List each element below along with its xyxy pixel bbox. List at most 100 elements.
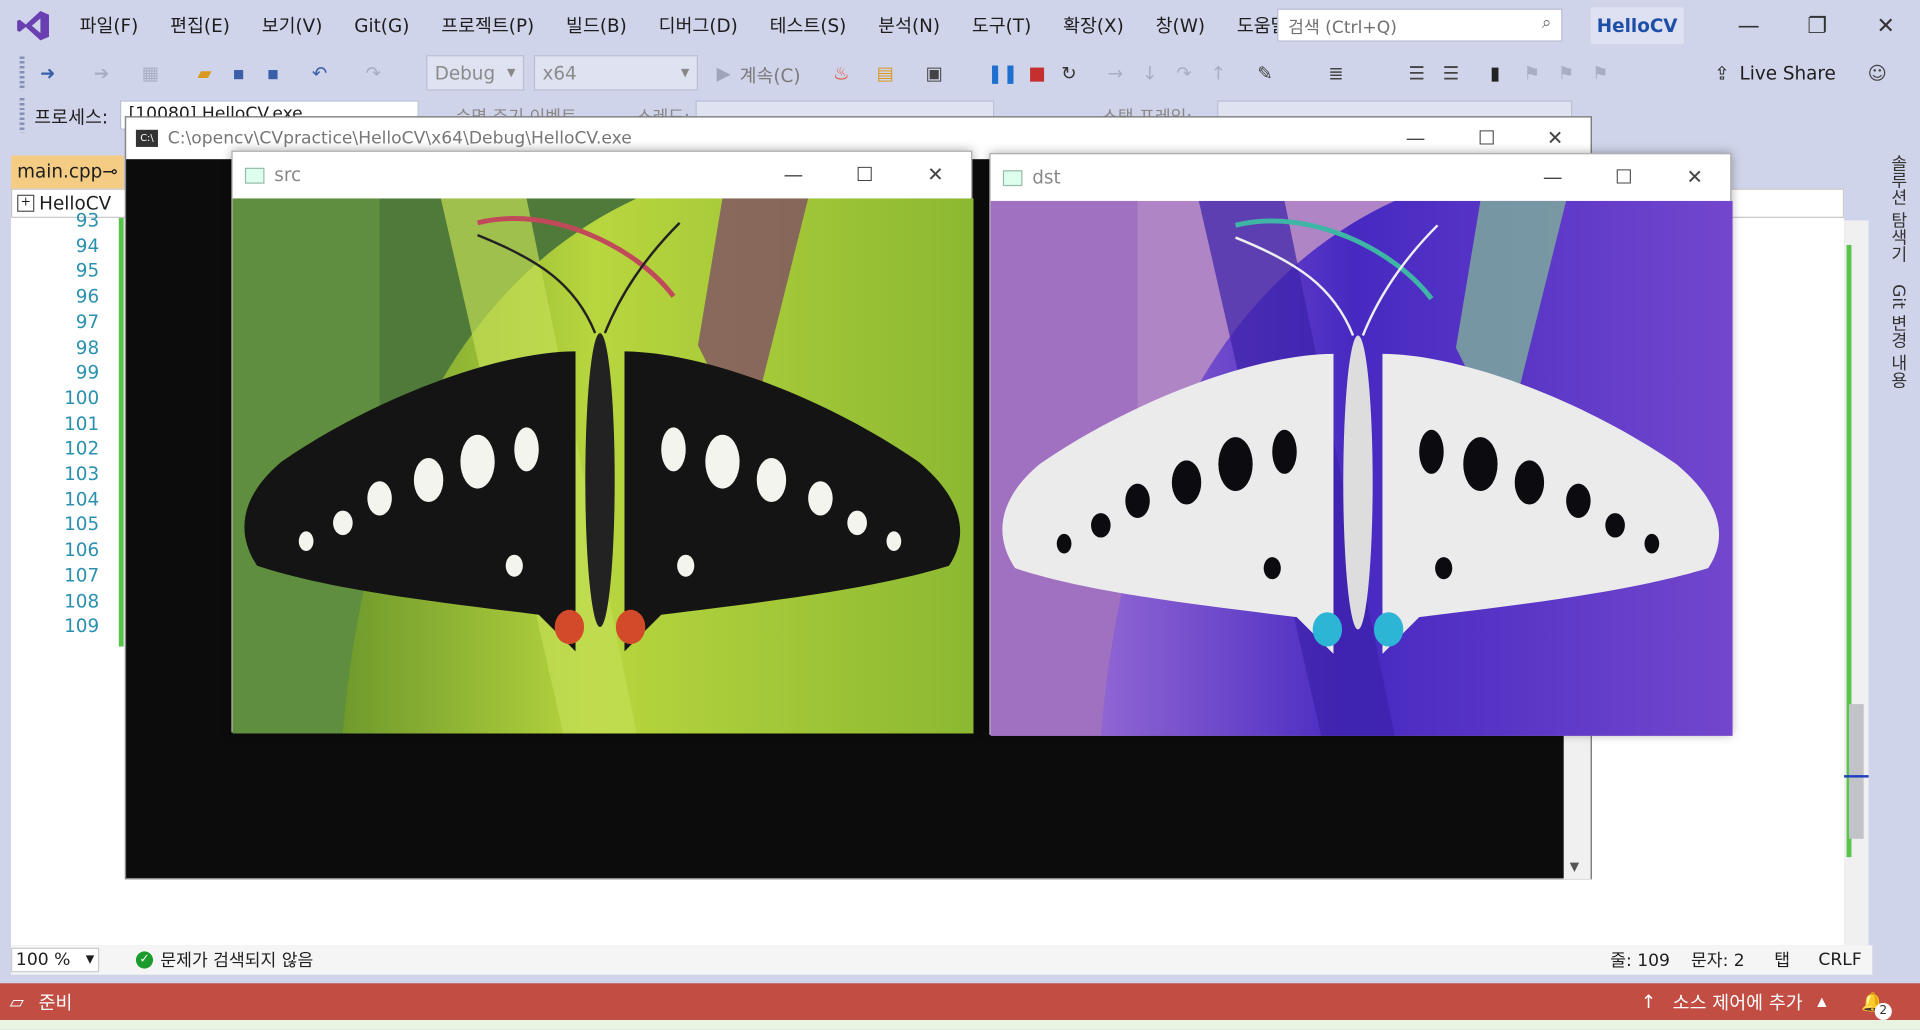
visual-studio-logo-icon	[10, 2, 57, 49]
restore-button[interactable]: ❐	[1783, 0, 1852, 51]
tab-main-cpp[interactable]: main.cpp ⊸	[11, 155, 124, 189]
search-input[interactable]: 검색 (Ctrl+Q) ⌕	[1277, 8, 1563, 42]
share-icon: ⇪	[1714, 62, 1730, 85]
add-to-source-control-button[interactable]: 소스 제어에 추가	[1673, 989, 1803, 1015]
feedback-icon[interactable]: ☺	[1864, 61, 1891, 85]
menu-item[interactable]: 확장(X)	[1047, 0, 1140, 51]
back-icon[interactable]: ➜	[34, 61, 61, 85]
line-number: 105	[64, 513, 100, 536]
zoom-value: 100 %	[15, 950, 71, 970]
redo-icon[interactable]: ↷	[360, 61, 387, 85]
console-title: C:\opencv\CVpractice\HelloCV\x64\Debug\H…	[167, 128, 632, 149]
src-titlebar: src — ☐ ✕	[233, 152, 971, 199]
platform-dropdown[interactable]: x64 ▼	[533, 55, 698, 91]
ready-icon: ▱	[9, 990, 24, 1013]
src-minimize-button[interactable]: —	[758, 152, 829, 196]
menu-item[interactable]: 창(W)	[1140, 0, 1221, 51]
zoom-dropdown[interactable]: 100 % ▼	[11, 947, 100, 973]
bookmark-prev-icon[interactable]: ⚑	[1518, 61, 1545, 85]
live-share-label: Live Share	[1739, 62, 1836, 85]
step-out-icon[interactable]: ↑	[1205, 61, 1232, 85]
toolbar-grip[interactable]	[19, 56, 25, 91]
continue-label[interactable]: 계속(C)	[740, 62, 801, 88]
bookmark-next-icon[interactable]: ⚑	[1553, 61, 1580, 85]
bookmark-clear-icon[interactable]: ⚑	[1587, 61, 1614, 85]
caret-position-marker	[1844, 775, 1869, 778]
play-icon[interactable]: ▶	[710, 61, 737, 85]
line-indicator: 줄: 109	[1610, 951, 1670, 972]
save-icon[interactable]: ▪	[225, 61, 252, 85]
line-number: 108	[64, 589, 100, 612]
menu-item[interactable]: 도구(T)	[956, 0, 1047, 51]
hot-reload-icon[interactable]: ♨	[828, 61, 855, 85]
src-image-window[interactable]: src — ☐ ✕	[231, 150, 974, 734]
indent-icon[interactable]: ☰	[1403, 61, 1430, 85]
project-icon: +	[17, 194, 35, 212]
solution-explorer-tab[interactable]: 솔루션 탐색기	[1886, 154, 1910, 262]
line-number: 94	[75, 234, 100, 257]
step-over-icon[interactable]: ↷	[1171, 61, 1198, 85]
show-next-statement-icon[interactable]: →	[1102, 61, 1129, 85]
undo-icon[interactable]: ↶	[306, 61, 333, 85]
dst-image-window[interactable]: dst — ☐ ✕	[989, 153, 1733, 736]
save-all-icon[interactable]: ▪	[260, 61, 287, 85]
search-icon: ⌕	[1541, 13, 1552, 34]
solution-name-badge: HelloCV	[1590, 7, 1684, 45]
scroll-down-icon[interactable]: ▼	[1570, 861, 1579, 874]
open-folder-icon[interactable]: ▰	[191, 61, 218, 85]
dst-close-button[interactable]: ✕	[1659, 154, 1730, 198]
dst-title: dst	[1032, 166, 1061, 189]
issues-status[interactable]: 문제가 검색되지 않음	[160, 948, 313, 972]
line-number: 109	[64, 614, 100, 637]
forward-icon[interactable]: ➔	[88, 61, 115, 85]
status-bar: ▱ 준비 ↑ 소스 제어에 추가 ▲ 🔔 2	[0, 983, 1920, 1021]
stop-icon[interactable]: ■	[1024, 61, 1051, 85]
change-tracking-bar	[118, 217, 124, 647]
step-into-icon[interactable]: ↓	[1136, 61, 1163, 85]
comment-icon[interactable]: ≣	[1322, 61, 1349, 85]
search-placeholder: 검색 (Ctrl+Q)	[1288, 18, 1397, 38]
pause-icon[interactable]: ❚❚	[987, 61, 1018, 85]
project-navigation-dropdown[interactable]: + HelloCV	[11, 188, 129, 218]
close-button[interactable]: ✕	[1851, 0, 1920, 51]
line-number: 93	[75, 209, 100, 232]
tab-label: main.cpp	[17, 160, 103, 183]
menu-item[interactable]: 빌드(B)	[550, 0, 643, 51]
restart-icon[interactable]: ↻	[1056, 61, 1083, 85]
menu-item[interactable]: 프로젝트(P)	[425, 0, 550, 51]
editor-vertical-scrollbar[interactable]	[1844, 220, 1869, 946]
src-maximize-button[interactable]: ☐	[829, 152, 900, 196]
menu-item[interactable]: Git(G)	[338, 0, 425, 51]
tab-indicator[interactable]: 탭	[1774, 948, 1790, 972]
outdent-icon[interactable]: ☰	[1438, 61, 1465, 85]
bookmark-icon[interactable]: ▮	[1482, 61, 1509, 85]
scrollbar-thumb[interactable]	[1848, 704, 1864, 839]
toolbar-grip[interactable]	[19, 97, 25, 133]
window-icon	[1002, 169, 1023, 186]
menu-item[interactable]: 디버그(D)	[643, 0, 754, 51]
screenshot-icon[interactable]: ▣	[921, 61, 948, 85]
line-number: 103	[64, 462, 100, 485]
dst-minimize-button[interactable]: —	[1517, 154, 1588, 198]
arrow-up-icon: ↑	[1640, 990, 1657, 1013]
line-number: 99	[75, 361, 100, 384]
src-close-button[interactable]: ✕	[900, 152, 971, 196]
menu-item[interactable]: 편집(E)	[154, 0, 246, 51]
pin-icon[interactable]: ⊸	[102, 160, 117, 183]
standard-toolbar: ➜ ➔ ▦ ▰ ▪ ▪ ↶ ↷ Debug ▼ x64 ▼ ▶ 계속(C) ♨ ▤ …	[0, 51, 1920, 95]
column-indicator: 문자: 2	[1691, 951, 1745, 972]
minimize-button[interactable]: —	[1714, 0, 1783, 51]
dst-maximize-button[interactable]: ☐	[1588, 154, 1659, 198]
breakpoints-icon[interactable]: ✎	[1251, 61, 1278, 85]
line-ending-indicator[interactable]: CRLF	[1818, 950, 1861, 970]
config-dropdown[interactable]: Debug ▼	[426, 55, 525, 91]
menu-item[interactable]: 테스트(S)	[754, 0, 863, 51]
find-in-files-icon[interactable]: ▤	[872, 61, 899, 85]
line-number: 101	[64, 412, 100, 435]
live-share-button[interactable]: ⇪ Live Share	[1714, 59, 1836, 88]
menu-item[interactable]: 파일(F)	[64, 0, 155, 51]
git-changes-tab[interactable]: Git 변경 내용	[1886, 284, 1910, 388]
menu-item[interactable]: 분석(N)	[862, 0, 956, 51]
menu-item[interactable]: 보기(V)	[246, 0, 339, 51]
new-item-icon[interactable]: ▦	[137, 61, 164, 85]
